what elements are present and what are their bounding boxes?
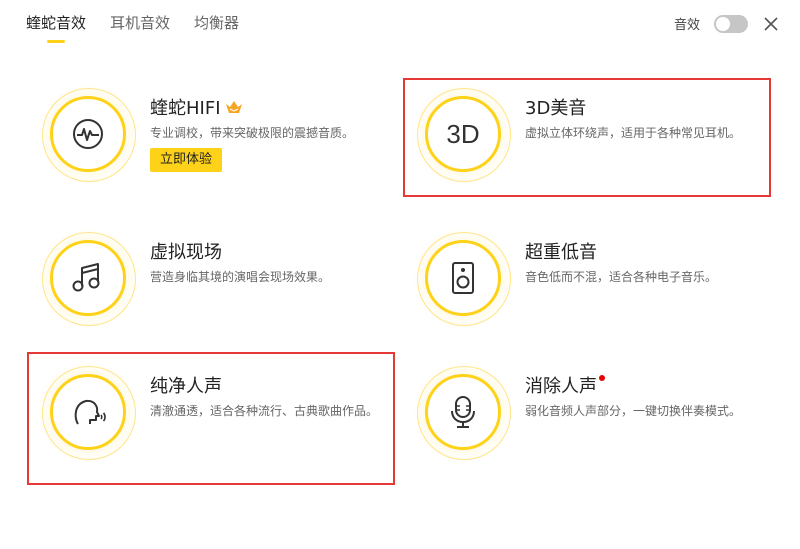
vip-crown-icon [225, 101, 242, 113]
card-super-bass[interactable]: 超重低音 音色低而不混，适合各种电子音乐。 [413, 228, 773, 328]
card-virtual-live[interactable]: 虚拟现场 营造身临其境的演唱会现场效果。 [38, 228, 398, 328]
effect-tabs: 蝰蛇音效 耳机音效 均衡器 [26, 12, 239, 43]
bass-badge [413, 228, 513, 328]
sound-effect-label: 音效 [673, 18, 700, 33]
card-title-text: 蝰蛇HIFI [150, 98, 221, 119]
top-right-controls: 音效 [674, 14, 780, 33]
card-description: 营造身临其境的演唱会现场效果。 [150, 270, 331, 284]
card-title: 超重低音 [525, 242, 597, 263]
card-viper-hifi[interactable]: 蝰蛇HIFI 专业调校，带来突破极限的震撼音质。 立即体验 [38, 84, 398, 184]
card-title: 消除人声 [525, 372, 605, 398]
tab-equalizer[interactable]: 均衡器 [194, 12, 239, 43]
new-indicator-dot [599, 375, 605, 381]
waveform-icon [73, 119, 103, 149]
try-now-button[interactable]: 立即体验 [150, 148, 223, 172]
tab-headphone-effects[interactable]: 耳机音效 [110, 12, 170, 43]
card-title: 蝰蛇HIFI [150, 94, 243, 120]
microphone-icon [451, 396, 475, 428]
tab-viper-effects[interactable]: 蝰蛇音效 [26, 12, 86, 43]
card-title: 虚拟现场 [150, 242, 222, 263]
card-description: 专业调校，带来突破极限的震撼音质。 [150, 126, 355, 140]
karaoke-badge [413, 362, 513, 462]
card-title-text: 消除人声 [525, 376, 597, 397]
card-remove-vocal[interactable]: 消除人声 弱化音频人声部分，一键切换伴奏模式。 [413, 362, 773, 462]
toggle-knob [716, 16, 730, 31]
live-badge [38, 228, 138, 328]
voice-head-icon [74, 399, 106, 425]
close-icon[interactable] [762, 15, 780, 33]
speaker-icon [452, 262, 474, 294]
card-description: 音色低而不混，适合各种电子音乐。 [525, 270, 718, 284]
3d-icon: 3D [446, 118, 480, 149]
sound-effect-toggle[interactable] [714, 14, 748, 33]
card-description: 弱化音频人声部分，一键切换伴奏模式。 [525, 404, 742, 418]
music-note-icon [72, 263, 100, 292]
hifi-badge [38, 84, 138, 184]
